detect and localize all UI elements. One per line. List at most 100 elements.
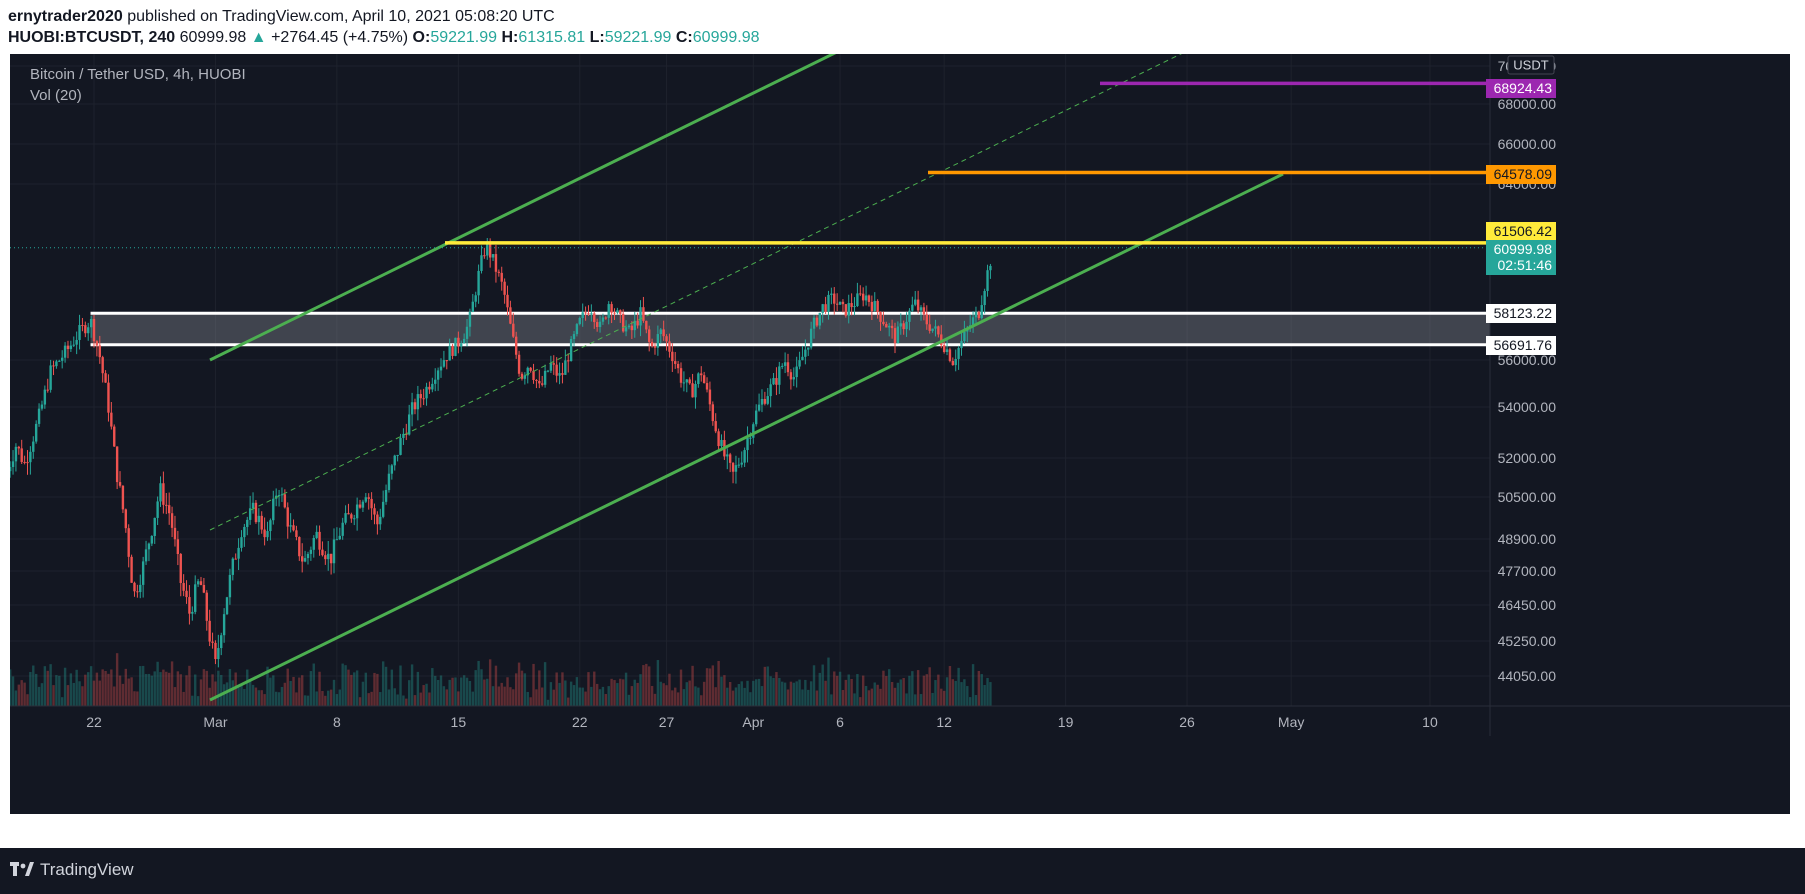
- volume-bar-307: [893, 687, 897, 706]
- x-tick-label-10: 26: [1179, 714, 1195, 730]
- volume-bar-265: [772, 677, 775, 706]
- volume-bar-49: [147, 673, 151, 706]
- candle-body-128: [376, 514, 379, 525]
- candle-body-91: [269, 520, 272, 532]
- candle-body-230: [671, 351, 674, 362]
- candle-body-41: [124, 509, 128, 529]
- candle-body-296: [861, 293, 865, 301]
- volume-bar-182: [532, 663, 535, 706]
- candle-body-263: [766, 396, 769, 404]
- candle-body-175: [512, 323, 515, 337]
- candle-body-307: [893, 328, 897, 344]
- candle-body-142: [416, 394, 420, 410]
- candle-body-124: [364, 497, 368, 502]
- candle-body-242: [705, 383, 709, 390]
- candle-body-335: [974, 311, 978, 318]
- candle-body-295: [859, 293, 862, 295]
- volume-bar-19: [60, 697, 64, 706]
- y-tick-label-5: 54000.00: [1498, 399, 1557, 415]
- volume-bar-20: [63, 667, 67, 706]
- volume-bar-31: [95, 672, 99, 706]
- volume-bar-322: [937, 674, 940, 706]
- candle-body-16: [52, 365, 55, 367]
- candle-body-33: [101, 357, 104, 374]
- volume-bar-311: [905, 693, 908, 706]
- volume-bar-326: [948, 666, 952, 706]
- volume-bar-209: [610, 678, 613, 706]
- author-name[interactable]: ernytrader2020: [8, 8, 123, 25]
- volume-bar-270: [786, 689, 790, 706]
- candle-body-119: [350, 514, 353, 519]
- volume-bar-135: [396, 694, 399, 706]
- candle-body-126: [370, 498, 373, 509]
- candle-body-99: [292, 525, 295, 531]
- candle-body-270: [786, 362, 790, 373]
- candle-body-108: [318, 531, 321, 550]
- drawing-lines: [10, 54, 1490, 702]
- candle-body-30: [92, 318, 96, 342]
- volume-bar-215: [627, 694, 631, 706]
- volume-bar-74: [220, 674, 223, 706]
- volume-bar-279: [812, 665, 816, 706]
- volume-bar-224: [653, 693, 657, 706]
- price-chart[interactable]: 70000.0068000.0066000.0064000.0056000.00…: [10, 54, 1790, 814]
- candle-body-253: [737, 464, 741, 466]
- candle-body-173: [506, 294, 509, 308]
- volume-bar-216: [630, 686, 634, 706]
- volume-bar-315: [916, 670, 920, 706]
- volume-bar-228: [665, 685, 668, 706]
- candle-body-192: [561, 373, 564, 375]
- y-tick-label-9: 47700.00: [1498, 563, 1557, 579]
- volume-indicator-label[interactable]: Vol (20): [30, 87, 246, 104]
- candle-body-174: [509, 307, 512, 324]
- volume-bar-118: [347, 669, 350, 706]
- candle-body-209: [610, 304, 613, 313]
- volume-bar-253: [737, 683, 741, 706]
- volume-bar-340: [989, 682, 992, 706]
- volume-bar-100: [295, 692, 298, 706]
- volume-bar-282: [821, 664, 824, 706]
- candle-body-40: [121, 485, 125, 510]
- volume-bar-112: [329, 689, 333, 706]
- candle-body-329: [957, 348, 960, 359]
- close-label: C:: [675, 29, 693, 46]
- candle-body-81: [240, 537, 243, 548]
- volume-bar-157: [460, 677, 463, 706]
- volume-bar-241: [702, 681, 706, 706]
- currency-label: USDT: [1513, 58, 1548, 73]
- chart-area[interactable]: 70000.0068000.0066000.0064000.0056000.00…: [10, 54, 1790, 814]
- volume-bar-245: [714, 687, 717, 706]
- tradingview-logo[interactable]: TradingView: [10, 860, 134, 880]
- candle-body-112: [329, 553, 333, 564]
- candle-body-34: [104, 373, 107, 383]
- y-tick-label-8: 48900.00: [1498, 531, 1557, 547]
- volume-bar-283: [824, 680, 827, 706]
- candle-body-122: [358, 504, 362, 508]
- candle-body-61: [182, 583, 185, 591]
- volume-bar-84: [248, 679, 252, 706]
- candle-body-177: [517, 354, 521, 374]
- candle-body-322: [937, 326, 940, 335]
- candle-body-103: [303, 558, 307, 562]
- volume-bar-162: [474, 670, 477, 706]
- candle-body-102: [301, 556, 304, 562]
- candle-body-312: [908, 310, 911, 322]
- chart-header: ernytrader2020 published on TradingView.…: [0, 0, 1805, 54]
- volume-bar-85: [251, 684, 255, 706]
- volume-bar-287: [835, 675, 839, 706]
- candle-body-183: [535, 379, 538, 381]
- candle-body-257: [749, 437, 752, 439]
- candle-body-278: [809, 328, 813, 348]
- candle-body-60: [179, 554, 182, 584]
- candle-body-281: [818, 312, 822, 326]
- volume-bar-312: [908, 675, 911, 706]
- volume-bar-39: [118, 675, 122, 706]
- volume-bar-34: [104, 670, 107, 706]
- candle-body-86: [254, 502, 258, 523]
- volume-bar-201: [587, 672, 590, 706]
- volume-bar-30: [92, 680, 96, 706]
- candle-body-245: [714, 421, 717, 432]
- footer: TradingView: [0, 848, 1805, 894]
- volume-bar-319: [928, 667, 931, 706]
- candle-body-105: [309, 549, 313, 554]
